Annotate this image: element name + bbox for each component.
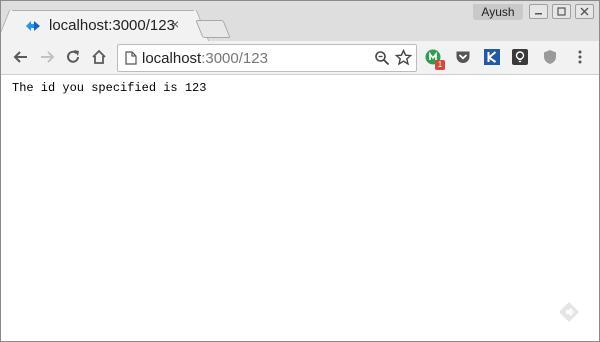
new-tab-button[interactable] — [195, 20, 231, 38]
home-icon[interactable] — [90, 48, 108, 66]
page-content: The id you specified is 123 — [1, 75, 599, 341]
shield-icon[interactable] — [542, 49, 558, 65]
forward-arrow-icon[interactable] — [38, 48, 56, 66]
lightbulb-extension-icon[interactable] — [512, 49, 528, 65]
page-info-icon[interactable] — [125, 51, 137, 65]
menu-dots-icon[interactable] — [572, 49, 588, 65]
minimize-button[interactable] — [529, 4, 548, 19]
tab-close-icon[interactable]: × — [171, 16, 179, 32]
toolbar: localhost:3000/123 1 — [1, 41, 599, 75]
close-icon — [580, 7, 589, 16]
browser-window: localhost:3000/123 × Ayush localhost:300… — [0, 0, 600, 342]
url-path: :3000/123 — [201, 50, 268, 67]
tab-active[interactable]: localhost:3000/123 × — [12, 10, 194, 41]
k-extension-icon[interactable] — [484, 49, 500, 65]
watermark-logo-icon — [559, 302, 579, 322]
back-arrow-icon[interactable] — [12, 48, 30, 66]
url-host: localhost — [142, 50, 202, 67]
extension-badge: 1 — [435, 60, 445, 70]
maximize-icon — [557, 7, 566, 16]
tab-border — [12, 10, 194, 11]
maximize-button[interactable] — [552, 4, 571, 19]
minimize-icon — [535, 13, 542, 15]
profile-button[interactable]: Ayush — [473, 4, 523, 20]
title-bar: localhost:3000/123 × Ayush — [1, 1, 599, 41]
zoom-icon[interactable] — [374, 50, 390, 66]
address-bar[interactable]: localhost:3000/123 — [117, 44, 417, 72]
url-text: localhost:3000/123 — [142, 50, 268, 67]
diamond-favicon-icon — [26, 21, 40, 31]
page-body-text: The id you specified is 123 — [12, 81, 207, 95]
pocket-icon[interactable] — [455, 49, 471, 65]
tab-title: localhost:3000/123 — [49, 17, 175, 34]
close-window-button[interactable] — [575, 4, 594, 19]
reload-icon[interactable] — [64, 48, 82, 66]
bookmark-star-icon[interactable] — [395, 49, 412, 66]
